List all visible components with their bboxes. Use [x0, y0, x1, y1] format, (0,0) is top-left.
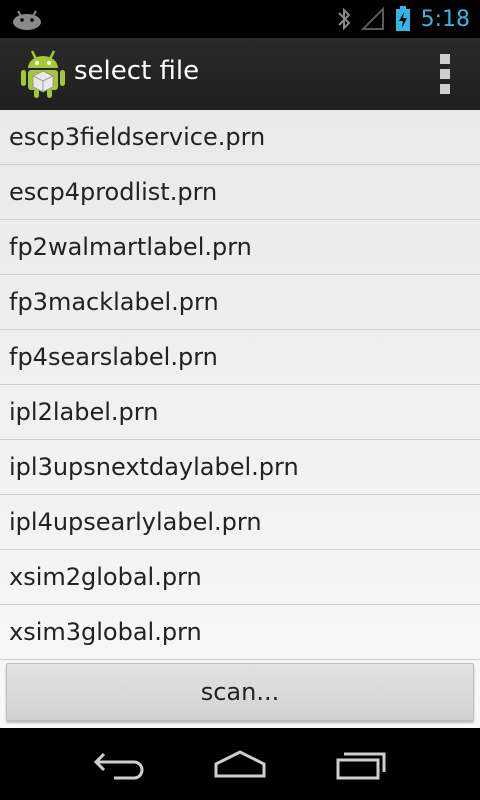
- list-item[interactable]: xsim2global.prn: [0, 550, 480, 605]
- file-list: escp3fieldservice.prn escp4prodlist.prn …: [0, 110, 480, 660]
- list-item[interactable]: escp3fieldservice.prn: [0, 110, 480, 165]
- list-item[interactable]: fp2walmartlabel.prn: [0, 220, 480, 275]
- page-title: select file: [74, 56, 200, 86]
- action-bar: select file: [0, 38, 480, 111]
- battery-charging-icon: [395, 6, 410, 31]
- list-item[interactable]: escp4prodlist.prn: [0, 165, 480, 220]
- list-item[interactable]: ipl2label.prn: [0, 385, 480, 440]
- list-item[interactable]: fp3macklabel.prn: [0, 275, 480, 330]
- home-icon[interactable]: [210, 746, 270, 782]
- bluetooth-icon: [337, 7, 351, 31]
- status-bar: 5:18: [0, 0, 480, 38]
- overflow-menu-icon[interactable]: [438, 54, 452, 94]
- list-item[interactable]: ipl4upsearlylabel.prn: [0, 495, 480, 550]
- back-icon[interactable]: [90, 746, 150, 782]
- navigation-bar: [0, 728, 480, 800]
- scan-button[interactable]: scan...: [6, 663, 474, 721]
- list-item[interactable]: xsim3global.prn: [0, 605, 480, 660]
- recent-apps-icon[interactable]: [330, 746, 390, 782]
- list-item[interactable]: ipl3upsnextdaylabel.prn: [0, 440, 480, 495]
- file-list-panel: escp3fieldservice.prn escp4prodlist.prn …: [0, 110, 480, 728]
- list-item[interactable]: fp4searslabel.prn: [0, 330, 480, 385]
- signal-icon: [360, 7, 384, 30]
- android-app-icon[interactable]: [20, 49, 66, 99]
- android-notification-icon: [13, 10, 41, 30]
- clock: 5:18: [420, 6, 470, 32]
